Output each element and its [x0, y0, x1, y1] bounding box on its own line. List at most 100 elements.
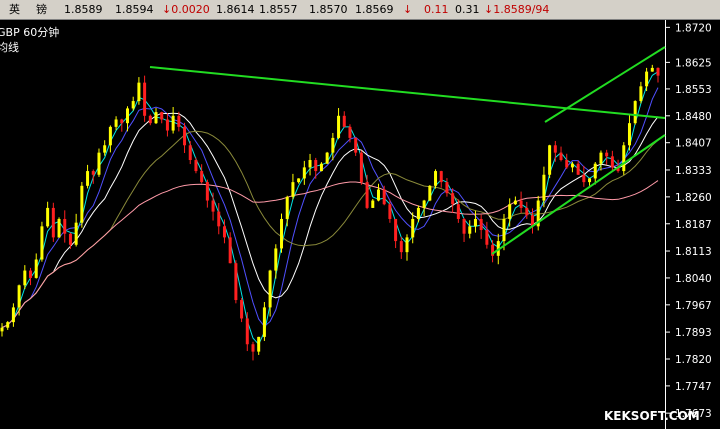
candle-body [394, 218, 398, 242]
candle-body [125, 108, 129, 124]
candle-body [46, 207, 50, 227]
candle-body [422, 200, 426, 208]
candle-body [622, 145, 626, 172]
price-tick-label: 1.8480 [675, 111, 712, 123]
price-change: ↓0.0020 [162, 3, 210, 16]
candle-body [416, 207, 420, 219]
high-price: 1.8569 [355, 3, 394, 16]
candle-body [439, 171, 443, 183]
candle-body [205, 182, 209, 201]
candle-body [411, 218, 415, 238]
candle-body [314, 160, 318, 172]
price-tick-label: 1.8113 [675, 246, 712, 258]
watermark-text: KEKSOFT.COM [604, 409, 700, 423]
candle-body [565, 160, 569, 168]
candle-body [645, 71, 649, 87]
last-price: 1.8589 [64, 3, 103, 16]
quote-bar: 英 镑 1.8589 1.8594 ↓0.0020 1.8614 1.8557 … [0, 0, 720, 20]
candle-body [97, 152, 101, 175]
candle-body [308, 160, 312, 168]
candle-body [354, 137, 358, 153]
candle-body [599, 152, 603, 164]
candle-body [525, 207, 529, 216]
candle-body [80, 185, 84, 223]
candle-body [388, 204, 392, 219]
percent-value: 0.31 [455, 3, 480, 16]
candle-body [576, 163, 580, 175]
price-tick-label: 1.7820 [675, 354, 712, 366]
candle-body [251, 344, 255, 352]
candle-body [57, 218, 61, 238]
candle-body [91, 171, 95, 175]
candle-body [371, 200, 375, 208]
candle-body [222, 226, 226, 238]
candle-body [376, 189, 380, 201]
candle-body [280, 218, 284, 249]
candle-body [11, 307, 15, 323]
candle-body [17, 285, 21, 308]
candle-body [268, 270, 272, 308]
candle-body [120, 119, 124, 124]
price-tick-label: 1.7747 [675, 381, 712, 393]
candle-body [468, 226, 472, 234]
candle-body [302, 167, 306, 179]
candle-body [593, 163, 597, 179]
candle-body [160, 112, 164, 120]
candle-body [131, 101, 135, 109]
price-chart: 1.8720 1.8625 1.8553 1.8480 1.8407 1.8333 1.82… [0, 20, 720, 429]
candle-body [479, 218, 483, 231]
range-value: 0.11 [424, 3, 449, 16]
candle-body [331, 137, 335, 153]
candle-body [462, 218, 466, 234]
price-tick-label: 1.8187 [675, 219, 712, 231]
candle-body [610, 156, 614, 168]
candle-body [428, 185, 432, 201]
candle-body [108, 126, 112, 146]
candle-body [650, 67, 654, 72]
candle-body [382, 189, 386, 205]
candle-body [656, 67, 660, 76]
candle-body [559, 152, 563, 161]
candle-body [274, 248, 278, 271]
price-tick-label: 1.8040 [675, 273, 712, 285]
price-tick-label: 1.7893 [675, 327, 712, 339]
ask-price: 1.8594 [115, 3, 154, 16]
candle-body [188, 145, 192, 161]
candle-body [405, 237, 409, 253]
candle-body [553, 145, 557, 153]
price-tick-label: 1.8553 [675, 84, 712, 96]
candle-body [513, 200, 517, 205]
candle-body [34, 259, 38, 278]
candle-body [74, 222, 78, 245]
candle-body [103, 145, 107, 153]
open-price: 1.8614 [216, 3, 255, 16]
candle-body [399, 241, 403, 253]
candle-body [291, 182, 295, 197]
candle-body [434, 171, 438, 186]
candle-body [342, 115, 346, 127]
price-tick-label: 1.7967 [675, 300, 712, 312]
chart-title: GBP 60分钟 [0, 25, 59, 39]
candle-body [633, 101, 637, 124]
candle-body [582, 174, 586, 183]
candle-body [262, 307, 266, 337]
candle-body [451, 193, 455, 205]
candle-body [588, 178, 592, 183]
candle-body [63, 218, 67, 234]
candle-body [245, 318, 249, 345]
candle-body [68, 233, 72, 245]
price-tick-label: 1.8333 [675, 165, 712, 177]
down-arrow-icon: ↓ [403, 3, 413, 16]
candle-body [23, 270, 27, 286]
candle-body [194, 160, 198, 172]
candle-body [234, 263, 238, 301]
prev-price: 1.8570 [309, 3, 348, 16]
chart-subtitle: 均线 [0, 40, 19, 54]
candle-body [502, 218, 506, 242]
candle-body [148, 115, 152, 124]
candle-body [29, 270, 33, 278]
candle-body [319, 163, 323, 172]
candle-body [627, 123, 631, 146]
candle-body [570, 163, 574, 168]
bid-ask-quote: ↓1.8589/94 [484, 3, 550, 16]
